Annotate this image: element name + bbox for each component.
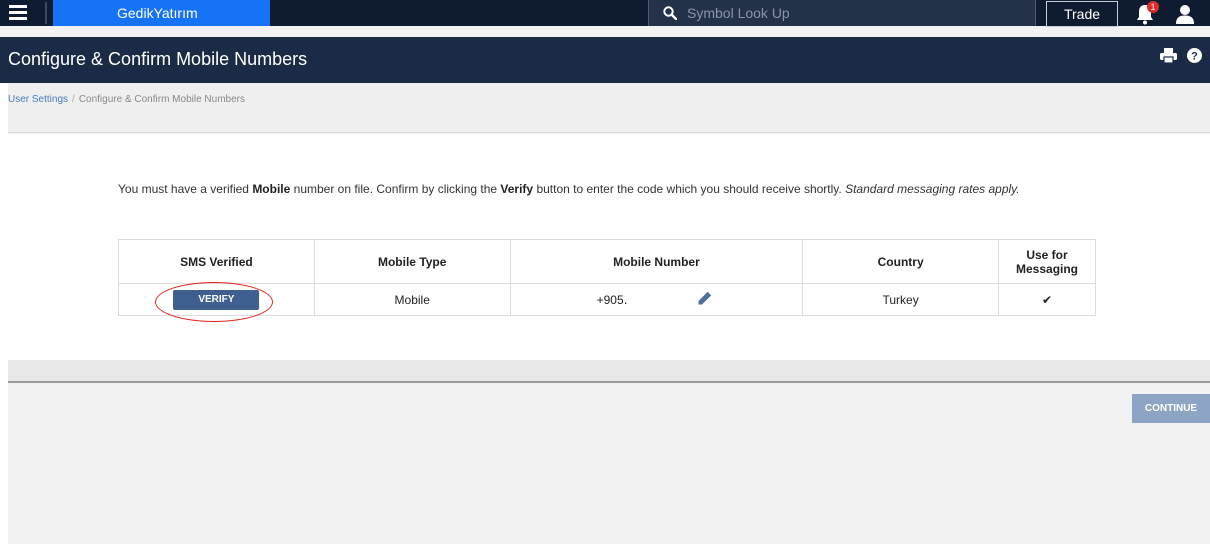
breadcrumb-bar: User Settings / Configure & Confirm Mobile… [8, 83, 1210, 133]
svg-text:?: ? [1191, 51, 1198, 63]
checkmark-icon: ✔ [1041, 292, 1053, 307]
intro-rates-note: Standard messaging rates apply. [845, 182, 1020, 196]
edit-pencil-icon[interactable] [697, 290, 713, 306]
verify-wrapper: VERIFY [155, 281, 274, 322]
print-icon[interactable] [1160, 48, 1177, 63]
country-cell: Turkey [802, 283, 1000, 316]
trade-button[interactable]: Trade [1046, 1, 1118, 27]
menu-icon[interactable] [9, 5, 27, 21]
footer-divider [8, 381, 1210, 383]
intro-text: button to enter the code which you shoul… [533, 182, 846, 196]
verify-button[interactable]: VERIFY [173, 289, 260, 310]
breadcrumb-current: Configure & Confirm Mobile Numbers [78, 94, 245, 105]
main-content: You must have a verified Mobile number o… [8, 134, 1210, 360]
breadcrumb-separator: / [72, 94, 75, 105]
intro-text: You must have a verified [118, 182, 253, 196]
content-footer-band [8, 360, 1210, 382]
continue-button[interactable]: CONTINUE [1132, 394, 1210, 423]
col-header-mobile-number: Mobile Number [509, 239, 804, 284]
intro-text: number on file. Confirm by clicking the [290, 182, 501, 196]
help-icon[interactable]: ? [1187, 48, 1202, 63]
col-header-use-for-messaging: Use for Messaging [998, 239, 1096, 284]
search-icon [663, 6, 677, 20]
col-header-country: Country [802, 239, 1000, 284]
brand-divider [45, 2, 47, 24]
top-navbar: GedikYatırım Trade 1 [0, 0, 1210, 27]
breadcrumb-user-settings[interactable]: User Settings [8, 94, 68, 105]
user-icon[interactable] [1174, 3, 1196, 25]
mobile-numbers-table: SMS Verified Mobile Type Mobile Number C… [118, 239, 1096, 322]
brand-logo[interactable]: GedikYatırım [53, 0, 270, 26]
table-header-row: SMS Verified Mobile Type Mobile Number C… [118, 239, 1096, 284]
sms-verified-cell: VERIFY [118, 281, 315, 322]
intro-bold-verify: Verify [500, 182, 534, 196]
col-header-mobile-type: Mobile Type [313, 239, 511, 284]
search-input[interactable] [687, 2, 1027, 24]
col-header-sms-verified: SMS Verified [118, 239, 315, 284]
table-row: VERIFY Mobile +905․ Turkey ✔ [118, 281, 1096, 322]
page-header: Configure & Confirm Mobile Numbers ? [0, 37, 1210, 83]
mobile-number-cell: +905․ [509, 283, 804, 316]
breadcrumb: User Settings / Configure & Confirm Mobile… [8, 94, 245, 105]
notification-badge: 1 [1147, 1, 1159, 13]
use-for-messaging-cell: ✔ [998, 283, 1096, 316]
mobile-number-value: +905․ [596, 293, 628, 307]
symbol-search[interactable] [648, 0, 1036, 26]
left-gutter [0, 83, 8, 544]
instructions-text: You must have a verified Mobile number o… [118, 178, 1108, 200]
page-title: Configure & Confirm Mobile Numbers [8, 49, 308, 69]
intro-bold-mobile: Mobile [252, 182, 291, 196]
mobile-type-cell: Mobile [313, 283, 511, 316]
